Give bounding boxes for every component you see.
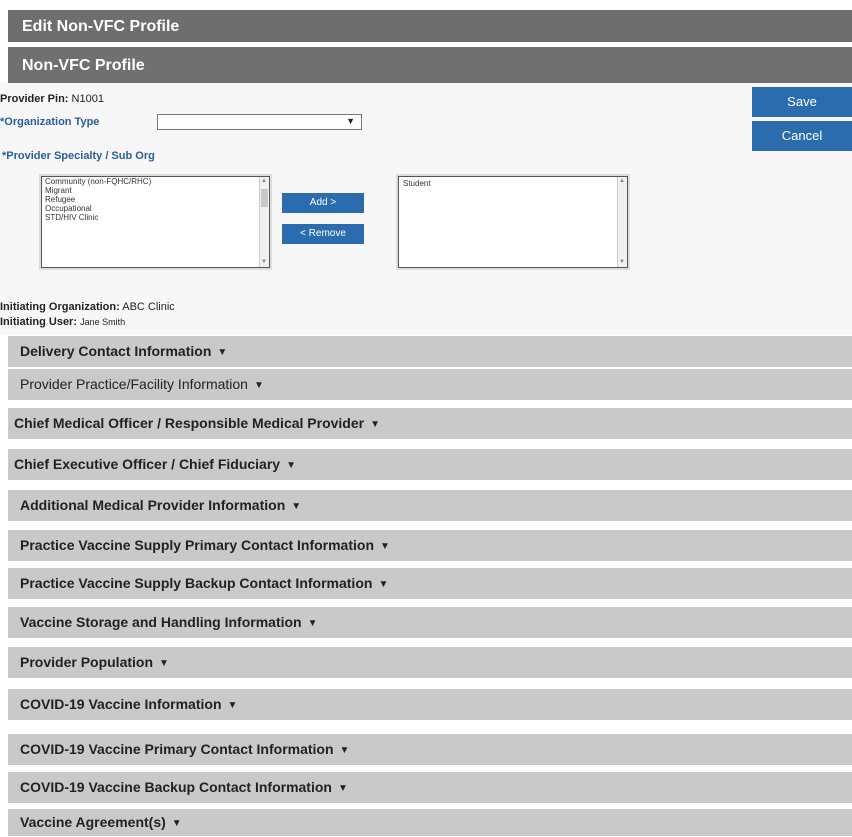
list-item[interactable]: Refugee <box>42 195 269 204</box>
chevron-down-icon: ▼ <box>346 116 355 126</box>
caret-down-icon: ▼ <box>253 380 264 391</box>
accordion-chief-executive-officer[interactable]: Chief Executive Officer / Chief Fiduciar… <box>8 449 852 480</box>
page-title: Edit Non-VFC Profile <box>8 10 852 42</box>
initiating-user-label: Initiating User: <box>0 316 78 328</box>
add-button[interactable]: Add > <box>282 193 364 213</box>
accordion-covid-backup-contact[interactable]: COVID-19 Vaccine Backup Contact Informat… <box>8 772 852 803</box>
accordion-label: COVID-19 Vaccine Information <box>20 696 222 712</box>
edit-profile-page: Edit Non-VFC Profile Non-VFC Profile Pro… <box>0 0 852 836</box>
accordion-label: Vaccine Storage and Handling Information <box>20 614 302 630</box>
remove-button[interactable]: < Remove <box>282 224 364 244</box>
caret-down-icon: ▼ <box>307 618 318 629</box>
accordion-covid-vaccine-info[interactable]: COVID-19 Vaccine Information ▼ <box>8 689 852 720</box>
accordion-label: Additional Medical Provider Information <box>20 497 286 513</box>
accordion-storage-handling[interactable]: Vaccine Storage and Handling Information… <box>8 607 852 638</box>
scroll-up-icon[interactable]: ▲ <box>619 177 625 186</box>
initiating-organization: Initiating Organization: ABC Clinic <box>0 301 175 313</box>
section-title: Non-VFC Profile <box>8 47 852 83</box>
caret-down-icon: ▼ <box>227 700 238 711</box>
caret-down-icon: ▼ <box>380 541 390 552</box>
accordion-provider-population[interactable]: Provider Population ▼ <box>8 647 852 678</box>
initiating-user-value: Jane Smith <box>80 317 126 327</box>
listbox-scrollbar[interactable]: ▲ ▼ <box>617 177 627 267</box>
accordion-label: Delivery Contact Information <box>20 343 212 359</box>
accordion-practice-facility[interactable]: Provider Practice/Facility Information ▼ <box>8 369 852 400</box>
accordion-label: Provider Practice/Facility Information <box>20 376 248 392</box>
list-item[interactable]: Migrant <box>42 186 269 195</box>
accordion-supply-primary-contact[interactable]: Practice Vaccine Supply Primary Contact … <box>8 530 852 561</box>
accordion-label: Vaccine Agreement(s) <box>20 814 166 830</box>
organization-type-select[interactable]: ▼ <box>157 114 362 130</box>
provider-specialty-label: *Provider Specialty / Sub Org <box>2 150 155 162</box>
list-item[interactable]: Student <box>399 177 627 188</box>
listbox-scrollbar[interactable]: ▲ ▼ <box>259 177 269 267</box>
provider-pin-value: N1001 <box>71 93 104 105</box>
organization-type-label: *Organization Type <box>0 116 100 128</box>
accordion-label: Provider Population <box>20 654 154 670</box>
provider-pin-label: Provider Pin: <box>0 93 69 105</box>
accordion-label: Practice Vaccine Supply Backup Contact I… <box>20 575 373 591</box>
accordion-label: COVID-19 Vaccine Backup Contact Informat… <box>20 779 332 795</box>
caret-down-icon: ▼ <box>291 501 302 512</box>
accordion-covid-primary-contact[interactable]: COVID-19 Vaccine Primary Contact Informa… <box>8 734 852 765</box>
accordion-label: Practice Vaccine Supply Primary Contact … <box>20 537 374 553</box>
initiating-user: Initiating User: Jane Smith <box>0 316 125 328</box>
accordion-supply-backup-contact[interactable]: Practice Vaccine Supply Backup Contact I… <box>8 568 852 599</box>
list-item[interactable]: STD/HIV Clinic <box>42 213 269 222</box>
caret-down-icon: ▼ <box>159 658 169 669</box>
accordion-vaccine-agreements[interactable]: Vaccine Agreement(s) ▼ <box>8 809 852 836</box>
caret-down-icon: ▼ <box>378 579 389 590</box>
accordion-label: COVID-19 Vaccine Primary Contact Informa… <box>20 741 334 757</box>
caret-down-icon: ▼ <box>337 783 348 794</box>
accordion-chief-medical-officer[interactable]: Chief Medical Officer / Responsible Medi… <box>8 408 852 439</box>
available-specialties-listbox[interactable]: Community (non-FQHC/RHC) Migrant Refugee… <box>41 176 270 268</box>
caret-down-icon: ▼ <box>286 460 296 471</box>
list-item[interactable]: Occupational <box>42 204 269 213</box>
scrollbar-thumb[interactable] <box>261 189 268 207</box>
cancel-button[interactable]: Cancel <box>752 121 852 151</box>
accordion-delivery-contact[interactable]: Delivery Contact Information ▼ <box>8 336 852 367</box>
scroll-down-icon[interactable]: ▼ <box>619 258 625 267</box>
selected-specialties-listbox[interactable]: Student ▲ ▼ <box>398 176 628 268</box>
save-button[interactable]: Save <box>752 87 852 117</box>
initiating-organization-value: ABC Clinic <box>122 301 175 313</box>
accordion-additional-medical-provider[interactable]: Additional Medical Provider Information ▼ <box>8 490 852 521</box>
scroll-up-icon[interactable]: ▲ <box>261 177 267 186</box>
scroll-down-icon[interactable]: ▼ <box>261 258 267 267</box>
caret-down-icon: ▼ <box>370 419 381 430</box>
list-item[interactable]: Community (non-FQHC/RHC) <box>42 177 269 186</box>
caret-down-icon: ▼ <box>217 347 228 358</box>
provider-pin: Provider Pin: N1001 <box>0 93 104 105</box>
caret-down-icon: ▼ <box>339 745 350 756</box>
initiating-organization-label: Initiating Organization: <box>0 301 120 313</box>
caret-down-icon: ▼ <box>171 818 182 829</box>
accordion-label: Chief Medical Officer / Responsible Medi… <box>14 415 365 431</box>
accordion-label: Chief Executive Officer / Chief Fiduciar… <box>14 456 281 472</box>
